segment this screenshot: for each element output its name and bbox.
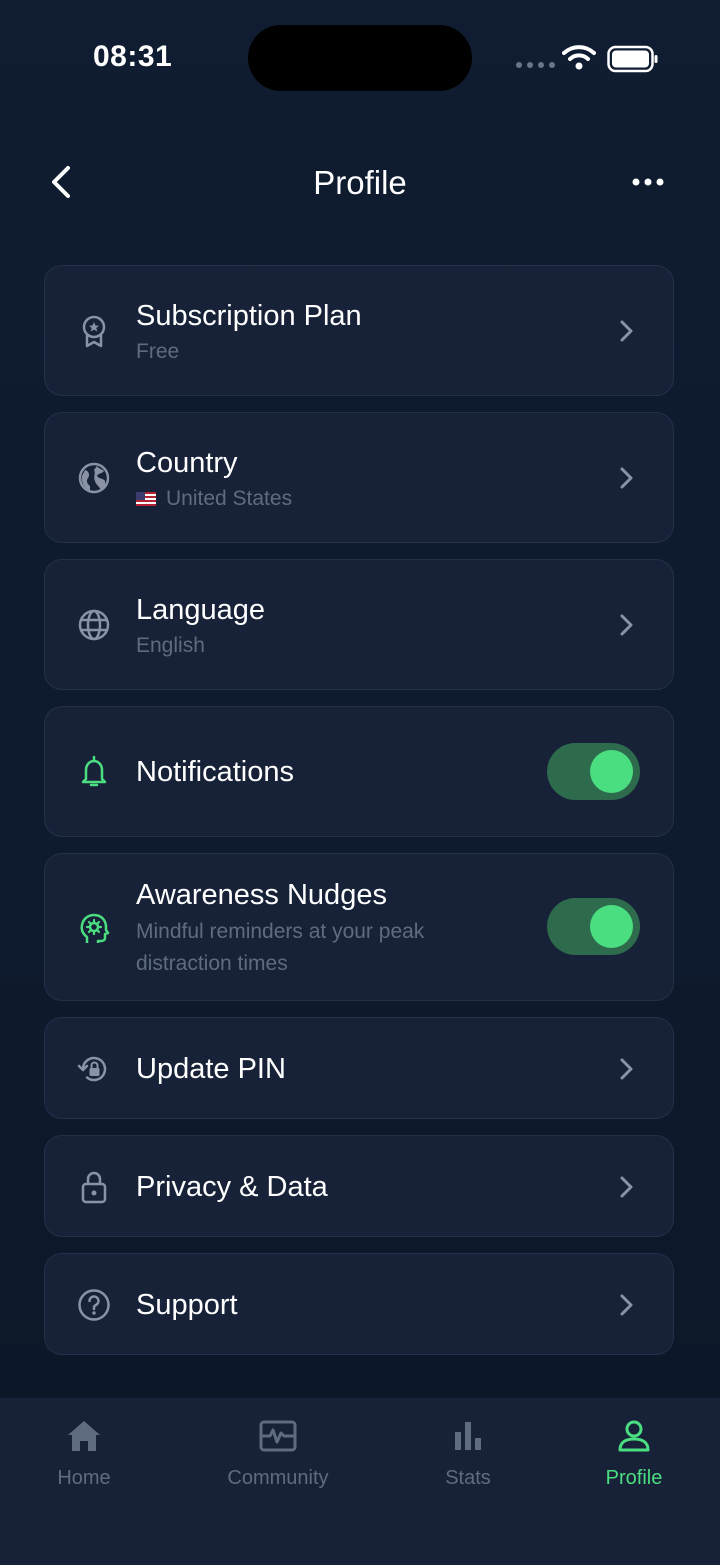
chevron-right-icon [620, 467, 633, 489]
more-options-icon[interactable] [628, 170, 668, 194]
awareness-nudges-description-line2: distraction times [136, 952, 288, 975]
support-label: Support [136, 1289, 238, 1321]
mind-head-gear-icon [80, 913, 110, 943]
profile-icon [618, 1420, 650, 1452]
country-name: United States [166, 487, 293, 510]
subscription-plan-row[interactable]: Subscription Plan Free [44, 265, 674, 396]
language-value: English [136, 634, 205, 657]
lock-reset-icon [77, 1056, 107, 1082]
tab-stats-label: Stats [445, 1467, 491, 1489]
update-pin-label: Update PIN [136, 1053, 286, 1085]
cellular-signal-icon [516, 62, 555, 68]
us-flag-icon [136, 492, 156, 507]
privacy-data-row[interactable]: Privacy & Data [44, 1135, 674, 1237]
tab-profile-label: Profile [605, 1467, 663, 1489]
status-time: 08:31 [93, 40, 173, 73]
tab-community[interactable]: Community [218, 1418, 338, 1490]
battery-icon [607, 45, 658, 73]
globe-icon [78, 609, 110, 641]
awareness-nudges-toggle[interactable] [547, 898, 640, 955]
chevron-right-icon [620, 1294, 633, 1316]
community-icon [259, 1420, 297, 1452]
language-row[interactable]: Language English [44, 559, 674, 690]
chevron-right-icon [620, 1058, 633, 1080]
globe-americas-icon [78, 462, 110, 494]
page-title: Profile [313, 164, 407, 201]
toggle-knob [590, 905, 633, 948]
tab-community-label: Community [227, 1467, 329, 1489]
bottom-tab-bar: Home Community Stats Profile [0, 1398, 720, 1565]
update-pin-row[interactable]: Update PIN [44, 1017, 674, 1119]
privacy-data-label: Privacy & Data [136, 1171, 328, 1203]
home-icon [68, 1421, 100, 1451]
tab-home[interactable]: Home [44, 1418, 124, 1490]
stats-icon [455, 1422, 481, 1450]
question-circle-icon [78, 1289, 110, 1321]
tab-stats[interactable]: Stats [428, 1418, 508, 1490]
notifications-row: Notifications [44, 706, 674, 837]
dynamic-island [248, 25, 472, 91]
awareness-nudges-label: Awareness Nudges [136, 879, 387, 911]
language-label: Language [136, 594, 266, 626]
chevron-right-icon [620, 1176, 633, 1198]
subscription-plan-label: Subscription Plan [136, 300, 362, 332]
tab-profile[interactable]: Profile [594, 1418, 674, 1490]
country-row[interactable]: Country United States [44, 412, 674, 543]
header: Profile [0, 150, 720, 220]
notifications-toggle[interactable] [547, 743, 640, 800]
bell-icon [81, 755, 107, 787]
wifi-icon [562, 45, 596, 70]
support-row[interactable]: Support [44, 1253, 674, 1355]
awareness-nudges-row: Awareness Nudges Mindful reminders at yo… [44, 853, 674, 1001]
tab-home-label: Home [57, 1467, 111, 1489]
award-badge-icon [82, 315, 106, 348]
awareness-nudges-description-line1: Mindful reminders at your peak [136, 920, 425, 943]
subscription-plan-value: Free [136, 340, 180, 363]
lock-icon [81, 1171, 107, 1204]
toggle-knob [590, 750, 633, 793]
chevron-right-icon [620, 320, 633, 342]
chevron-right-icon [620, 614, 633, 636]
country-value: United States [136, 483, 292, 515]
notifications-label: Notifications [136, 756, 294, 788]
status-bar: 08:31 [0, 0, 720, 116]
country-label: Country [136, 447, 238, 479]
